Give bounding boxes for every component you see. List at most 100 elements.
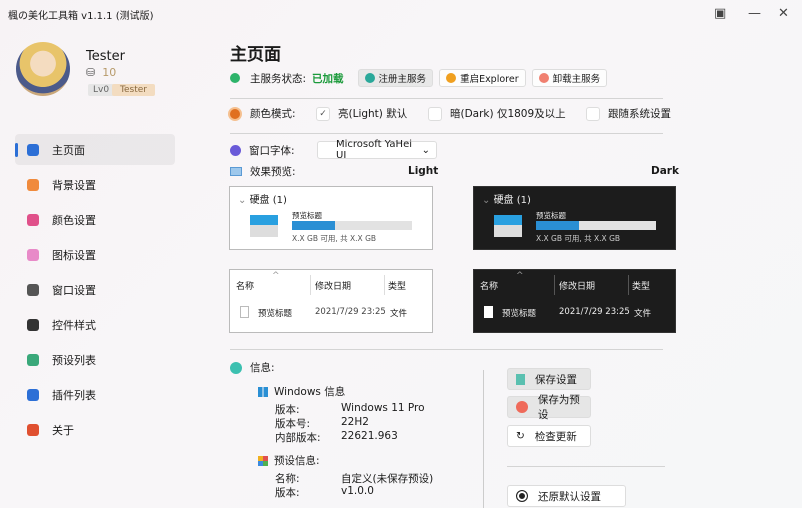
divider — [230, 133, 663, 134]
sidebar-item-0[interactable]: 主页面 — [15, 134, 175, 165]
play-icon — [364, 73, 375, 83]
restart-explorer-button[interactable]: 重启Explorer — [439, 69, 526, 87]
check-update-button[interactable]: ↻ 检查更新 — [507, 425, 591, 447]
image-icon — [27, 178, 39, 191]
follow-system-checkbox[interactable] — [586, 106, 600, 121]
save-preset-button[interactable]: 保存为预设 — [507, 394, 591, 421]
page-title: 主页面 — [230, 45, 281, 65]
info-key: 版本: — [275, 487, 300, 499]
divider — [230, 98, 663, 99]
restart-icon — [446, 73, 457, 83]
info-value: 22H2 — [341, 416, 369, 428]
restore-defaults-button[interactable]: 还原默认设置 — [507, 485, 626, 507]
status-icon — [230, 73, 240, 83]
sidebar-item-5[interactable]: 控件样式 — [15, 309, 175, 340]
sidebar-item-3[interactable]: 图标设置 — [15, 239, 175, 270]
avatar[interactable] — [16, 42, 70, 96]
plugin-icon — [27, 388, 39, 401]
disk-usage-bar — [292, 221, 412, 230]
sidebar-item-2[interactable]: 颜色设置 — [15, 204, 175, 235]
preview-icon — [230, 167, 242, 176]
refresh-icon: ↻ — [516, 430, 525, 442]
list-icon — [27, 353, 39, 366]
disk-preview-light: ⌄ 硬盘 (1) 预览标题 X.X GB 可用, 共 X.X GB — [229, 186, 433, 250]
home-icon — [27, 143, 39, 156]
download-icon — [516, 401, 528, 413]
sidebar-item-label: 主页面 — [52, 143, 85, 157]
tag-badge: Tester — [112, 84, 155, 96]
info-value: 自定义(未保存预设) — [341, 473, 434, 485]
coins: ⛁ 10 — [86, 66, 116, 79]
list-preview-dark: 名称 ^ 修改日期 类型 预览标题 2021/7/29 23:25 文件 — [473, 269, 676, 333]
restore-icon — [516, 490, 528, 502]
sidebar-item-label: 背景设置 — [52, 178, 96, 192]
file-icon — [240, 306, 249, 318]
follow-system-label: 跟随系统设置 — [608, 108, 671, 120]
save-settings-button[interactable]: 保存设置 — [507, 368, 591, 390]
font-dropdown[interactable]: Microsoft YaHei UI ⌄ — [317, 139, 437, 161]
list-preview-light: 名称 ^ 修改日期 类型 预览标题 2021/7/29 23:25 文件 — [229, 269, 433, 333]
info-icon — [27, 423, 39, 436]
sidebar-item-label: 图标设置 — [52, 248, 96, 262]
user-name: Tester — [86, 49, 125, 64]
sidebar-item-label: 控件样式 — [52, 318, 96, 332]
info-key: 名称: — [275, 473, 300, 485]
sidebar-item-label: 关于 — [52, 423, 74, 437]
font-label: 窗口字体: — [249, 144, 295, 157]
sidebar-item-6[interactable]: 预设列表 — [15, 344, 175, 375]
preview-label: 效果预览: — [250, 166, 296, 178]
window-title: 楓の美化工具箱 v1.1.1 (测试版) — [8, 11, 154, 22]
uninstall-service-button[interactable]: 卸载主服务 — [531, 69, 608, 87]
close-button[interactable]: ✕ — [778, 6, 789, 21]
info-value: Windows 11 Pro — [341, 402, 425, 414]
sidebar-item-8[interactable]: 关于 — [15, 414, 175, 445]
sidebar-item-label: 颜色设置 — [52, 213, 96, 227]
trash-icon — [538, 73, 549, 83]
dark-heading: Dark — [651, 165, 679, 177]
light-label: 亮(Light) 默认 — [338, 108, 408, 120]
sidebar-item-label: 预设列表 — [52, 353, 96, 367]
disk-usage-bar — [536, 221, 656, 230]
save-icon[interactable]: ▣ — [714, 6, 726, 21]
preset-icon — [258, 455, 268, 466]
info-key: 版本: — [275, 404, 300, 416]
star-icon — [27, 248, 39, 261]
windows-info-title: Windows 信息 — [274, 386, 346, 398]
coin-count: 10 — [102, 66, 117, 79]
minimize-button[interactable]: — — [748, 6, 761, 21]
service-label: 主服务状态: — [250, 72, 307, 85]
save-icon — [516, 373, 525, 385]
dark-label: 暗(Dark) 仅1809及以上 — [450, 108, 566, 120]
sidebar-item-1[interactable]: 背景设置 — [15, 169, 175, 200]
drive-icon — [250, 215, 278, 237]
font-icon — [230, 144, 241, 156]
coins-icon: ⛁ — [86, 66, 96, 79]
light-checkbox[interactable]: ✓ — [316, 106, 330, 121]
color-mode-label: 颜色模式: — [250, 108, 296, 120]
register-service-button[interactable]: 注册主服务 — [357, 69, 434, 87]
service-status: 已加载 — [312, 72, 344, 85]
drive-icon — [494, 215, 522, 237]
chevron-down-icon: ⌄ — [421, 144, 430, 156]
window-icon — [27, 283, 39, 296]
info-value: 22621.963 — [341, 430, 398, 442]
more-icon — [230, 361, 242, 374]
controls-icon — [27, 318, 39, 331]
sidebar-item-label: 插件列表 — [52, 388, 96, 402]
divider — [230, 349, 663, 350]
disk-preview-dark: ⌄ 硬盘 (1) 预览标题 X.X GB 可用, 共 X.X GB — [473, 186, 676, 250]
sidebar-item-4[interactable]: 窗口设置 — [15, 274, 175, 305]
windows-icon — [258, 386, 268, 397]
sidebar-item-7[interactable]: 插件列表 — [15, 379, 175, 410]
divider — [507, 466, 665, 467]
level-badge: Lv0 — [88, 84, 115, 96]
light-heading: Light — [408, 165, 439, 177]
info-value: v1.0.0 — [341, 485, 374, 497]
info-key: 内部版本: — [275, 432, 321, 444]
info-key: 版本号: — [275, 418, 311, 430]
sidebar-item-label: 窗口设置 — [52, 283, 96, 297]
dark-checkbox[interactable] — [428, 106, 442, 121]
divider — [483, 370, 484, 508]
file-icon — [484, 306, 493, 318]
preset-info-title: 预设信息: — [274, 455, 320, 467]
